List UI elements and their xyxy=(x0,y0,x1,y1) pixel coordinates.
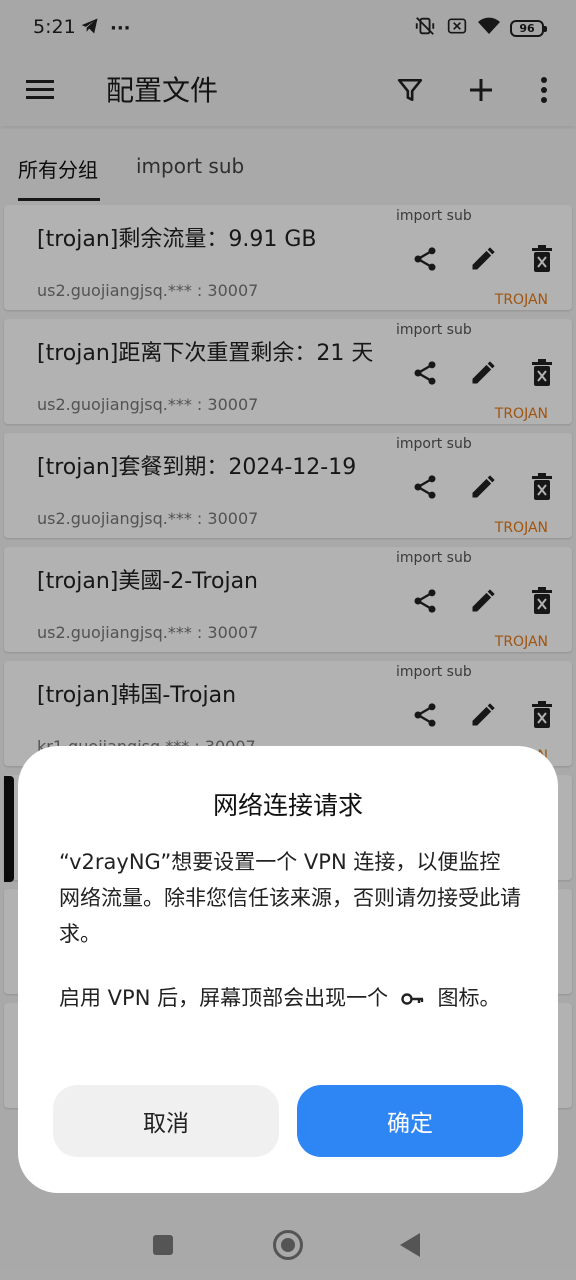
dialog-message: “v2rayNG”想要设置一个 VPN 连接，以便监控网络流量。除非您信任该来源… xyxy=(59,850,521,946)
back-icon[interactable] xyxy=(400,1233,420,1257)
key-icon xyxy=(401,981,425,1017)
vpn-request-dialog: 网络连接请求 “v2rayNG”想要设置一个 VPN 连接，以便监控网络流量。除… xyxy=(18,746,558,1193)
confirm-button[interactable]: 确定 xyxy=(297,1085,523,1157)
dialog-title: 网络连接请求 xyxy=(212,791,363,820)
home-icon[interactable] xyxy=(273,1230,303,1260)
cancel-button[interactable]: 取消 xyxy=(53,1085,279,1157)
recents-icon[interactable] xyxy=(153,1235,173,1255)
system-nav-bar xyxy=(0,1210,576,1280)
dialog-message-secondary: 启用 VPN 后，屏幕顶部会出现一个 图标。 xyxy=(59,980,521,1017)
